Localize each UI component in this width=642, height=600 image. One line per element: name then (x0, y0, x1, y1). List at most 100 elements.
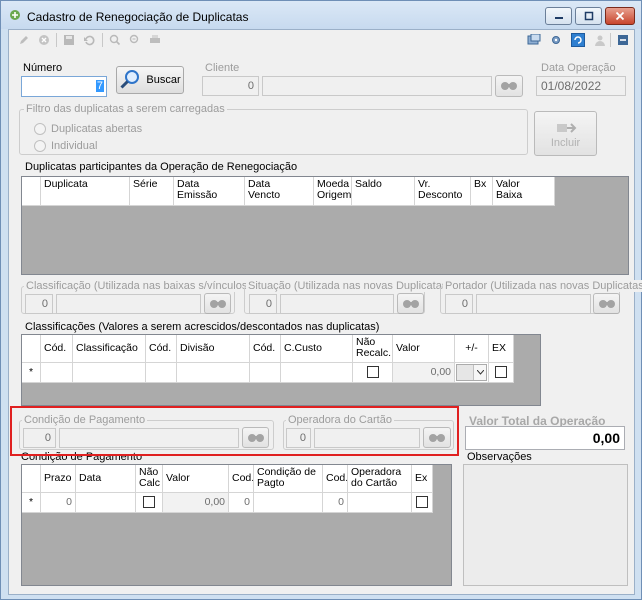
situacao-lookup-button[interactable] (397, 293, 424, 314)
binoculars-icon (402, 299, 419, 308)
mais-menos-select[interactable] (455, 363, 489, 383)
individual-label: Individual (51, 140, 98, 152)
duplicatas-abertas-label: Duplicatas abertas (51, 123, 143, 135)
col-duplicata[interactable]: Duplicata (41, 177, 130, 206)
classificacoes-new-row[interactable]: * 0,00 (22, 363, 514, 383)
close-icon (615, 11, 625, 21)
col-bx[interactable]: Bx (471, 177, 493, 206)
nao-calc-checkbox[interactable] (143, 496, 155, 508)
col-cod-ccusto[interactable]: Cód. (250, 335, 281, 363)
condicao-new-row[interactable]: * 0 0,00 0 0 (22, 493, 433, 513)
portador-name-field (476, 294, 591, 314)
col-cod-div[interactable]: Cód. (146, 335, 177, 363)
cliente-code-field: 0 (202, 76, 259, 96)
refresh-icon[interactable] (571, 33, 585, 47)
print-icon[interactable] (148, 33, 162, 47)
exit-icon[interactable] (616, 33, 630, 47)
maximize-button[interactable] (575, 7, 602, 25)
col-classificacao[interactable]: Classificação (73, 335, 146, 363)
col-prazo[interactable]: Prazo (41, 465, 76, 493)
col-valor[interactable]: Valor (393, 335, 455, 363)
col-ex-pag[interactable]: Ex (412, 465, 433, 493)
observacoes-textarea[interactable] (463, 464, 628, 586)
duplicatas-title: Duplicatas participantes da Operação de … (25, 161, 298, 173)
minimize-button[interactable] (545, 7, 572, 25)
binoculars-icon (598, 299, 615, 308)
classificacao-name-field (56, 294, 201, 314)
col-operadora-cartao[interactable]: Operadora do Cartão (348, 465, 412, 493)
data-operacao-label: Data Operação (541, 62, 616, 74)
cod-oper-cell[interactable]: 0 (323, 493, 348, 513)
col-divisao[interactable]: Divisão (177, 335, 250, 363)
valor-pag-cell[interactable]: 0,00 (163, 493, 229, 513)
col-mais-menos[interactable]: +/- (455, 335, 489, 363)
col-ccusto[interactable]: C.Custo (281, 335, 353, 363)
zoom-icon[interactable] (128, 33, 142, 47)
col-saldo[interactable]: Saldo (352, 177, 415, 206)
classificacao-label: Classificação (Utilizada nas baixas s/ví… (24, 280, 253, 292)
col-data-vencto[interactable]: Data Vencto (245, 177, 314, 206)
portador-code-field: 0 (445, 294, 473, 314)
portador-lookup-button[interactable] (593, 293, 620, 314)
col-condicao-pagto[interactable]: Condição de Pagto (254, 465, 323, 493)
classificacao-lookup-button[interactable] (204, 293, 231, 314)
binoculars-icon (209, 299, 226, 308)
search-icon[interactable] (108, 33, 122, 47)
window-list-icon[interactable] (527, 33, 541, 47)
classificacoes-grid[interactable]: Cód. Classificação Cód. Divisão Cód. C.C… (21, 334, 541, 406)
col-cod-cond[interactable]: Cod. (229, 465, 254, 493)
duplicatas-grid[interactable]: Duplicata Série Data Emissão Data Vencto… (21, 176, 629, 275)
nao-recalc-checkbox[interactable] (366, 366, 379, 378)
cliente-name-field (262, 76, 492, 96)
cliente-lookup-button[interactable] (495, 75, 523, 97)
individual-radio[interactable] (34, 140, 46, 152)
col-ex[interactable]: EX (489, 335, 514, 363)
include-arrow-icon (556, 122, 576, 133)
toolbar (9, 30, 634, 50)
numero-input[interactable]: 7 (21, 76, 107, 97)
app-icon (9, 9, 21, 21)
col-nao-recalc[interactable]: Não Recalc. (353, 335, 393, 363)
col-cod-class[interactable]: Cód. (41, 335, 73, 363)
col-cod-oper[interactable]: Cod. (323, 465, 348, 493)
col-nao-calc[interactable]: Não Calc (136, 465, 163, 493)
new-row-marker: * (22, 363, 41, 383)
situacao-name-field (280, 294, 394, 314)
col-valor-baixa[interactable]: Valor Baixa (493, 177, 555, 206)
observacoes-label: Observações (467, 451, 532, 463)
col-data[interactable]: Data (76, 465, 136, 493)
cancel-icon[interactable] (37, 33, 51, 47)
filtro-title: Filtro das duplicatas a serem carregadas (24, 103, 227, 115)
duplicatas-abertas-radio[interactable] (34, 123, 46, 135)
col-vr-desconto[interactable]: Vr. Desconto (415, 177, 471, 206)
incluir-label: Incluir (550, 136, 581, 149)
close-button[interactable] (605, 7, 635, 25)
col-moeda-origem[interactable]: Moeda Origem (314, 177, 352, 206)
new-row-marker: * (22, 493, 41, 513)
settings-icon[interactable] (549, 33, 563, 47)
numero-label: Número (23, 62, 63, 74)
col-data-emissao[interactable]: Data Emissão (174, 177, 245, 206)
title-bar: Cadastro de Renegociação de Duplicatas (1, 1, 641, 29)
window-title: Cadastro de Renegociação de Duplicatas (27, 10, 249, 24)
minimize-icon (554, 17, 563, 19)
condicao-grid[interactable]: Prazo Data Não Calc Valor Cod. Condição … (21, 464, 452, 586)
ex-pag-checkbox[interactable] (416, 496, 428, 508)
buscar-label: Buscar (146, 74, 181, 86)
form-client-area: Número 7 Buscar Cliente 0 Data Operação … (8, 29, 642, 595)
classificacoes-title: Classificações (Valores a serem acrescid… (25, 321, 380, 333)
undo-icon[interactable] (82, 33, 96, 47)
incluir-button[interactable]: Incluir (534, 111, 597, 156)
situacao-label: Situação (Utilizada nas novas Duplicatas… (246, 280, 453, 292)
col-valor-pag[interactable]: Valor (163, 465, 229, 493)
buscar-button[interactable]: Buscar (116, 66, 184, 94)
save-icon[interactable] (62, 33, 76, 47)
ex-checkbox[interactable] (495, 366, 507, 378)
cod-cond-cell[interactable]: 0 (229, 493, 254, 513)
duplicatas-grid-header: Duplicata Série Data Emissão Data Vencto… (22, 177, 555, 206)
col-serie[interactable]: Série (130, 177, 174, 206)
valor-cell[interactable]: 0,00 (393, 363, 455, 383)
prazo-cell[interactable]: 0 (41, 493, 76, 513)
user-icon[interactable] (593, 33, 607, 47)
edit-icon[interactable] (17, 33, 31, 47)
